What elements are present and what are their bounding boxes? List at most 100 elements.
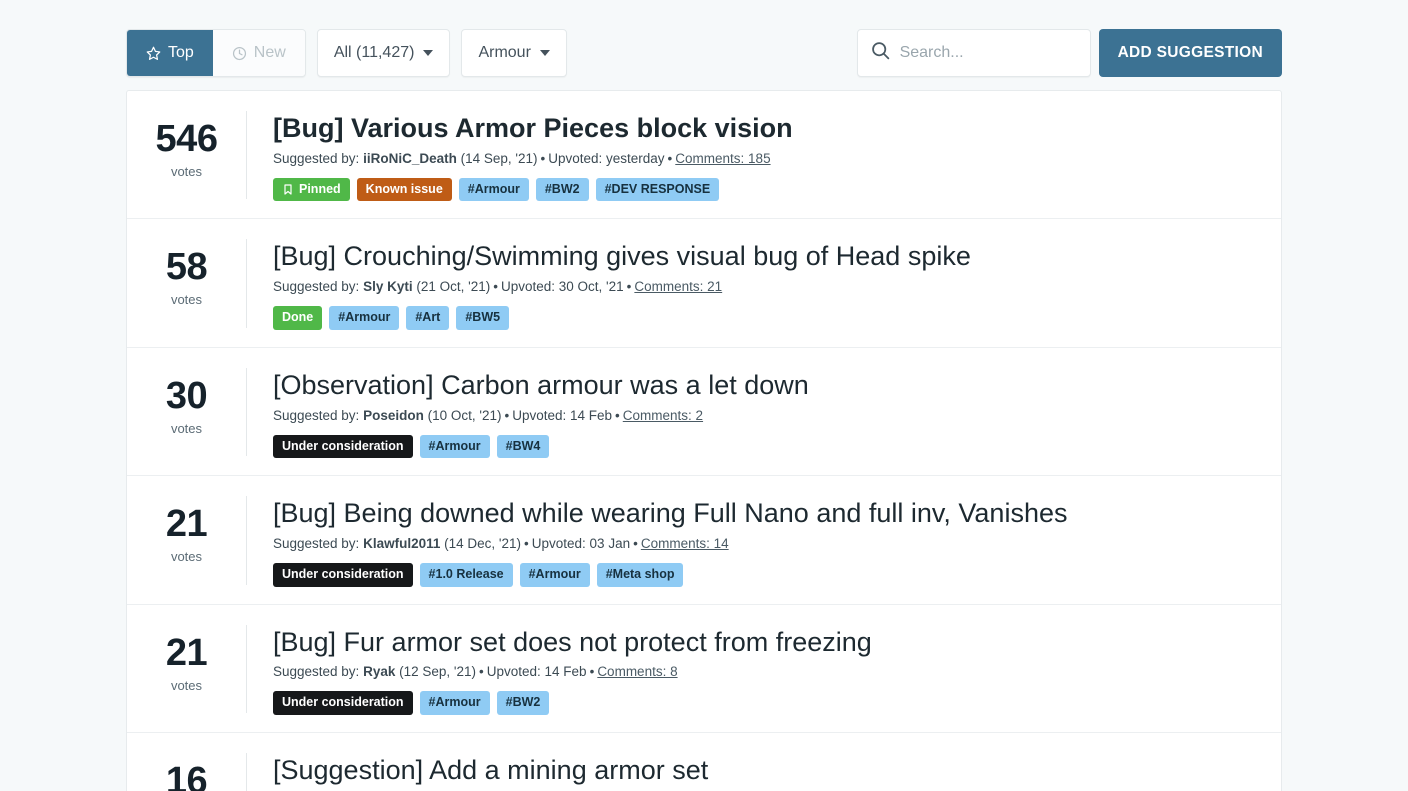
row-content: [Bug] Fur armor set does not protect fro… — [247, 623, 1281, 715]
suggestion-title[interactable]: [Observation] Carbon armour was a let do… — [273, 370, 1261, 402]
suggested-by-label: Suggested by: — [273, 664, 360, 680]
meta-separator: • — [667, 150, 673, 166]
suggestion-title[interactable]: [Bug] Crouching/Swimming gives visual bu… — [273, 241, 1261, 273]
suggestion-row[interactable]: 58 votes [Bug] Crouching/Swimming gives vi… — [127, 219, 1281, 348]
vote-column[interactable]: 21 votes — [127, 623, 246, 692]
toolbar: Top New All (11,427) Armour Search... AD… — [126, 28, 1282, 78]
vote-label: votes — [170, 549, 203, 565]
suggested-date: (12 Sep, '21) — [399, 664, 477, 680]
tag-list: Under consideration #Armour #BW4 — [273, 434, 1261, 459]
tag-chip[interactable]: #BW2 — [535, 177, 589, 202]
tag-label: #Armour — [428, 438, 481, 453]
suggested-date: (10 Oct, '21) — [427, 407, 502, 423]
author-name[interactable]: Sly Kyti — [363, 279, 413, 294]
tab-new[interactable]: New — [212, 30, 305, 76]
upvoted-date: Upvoted: 30 Oct, '21 — [500, 279, 624, 295]
chevron-down-icon — [539, 50, 550, 56]
suggestion-title[interactable]: [Bug] Fur armor set does not protect fro… — [273, 627, 1261, 659]
suggestion-title[interactable]: [Bug] Various Armor Pieces block vision — [273, 113, 1261, 145]
add-suggestion-button[interactable]: ADD SUGGESTION — [1098, 29, 1282, 77]
tag-chip[interactable]: Under consideration — [273, 691, 413, 715]
sort-tab-group: Top New — [126, 29, 306, 77]
search-input[interactable] — [899, 44, 1107, 62]
tag-chip[interactable]: #1.0 Release — [419, 562, 513, 587]
suggested-by-label: Suggested by: — [273, 150, 360, 166]
suggestion-meta: Suggested by: iiRoNiC_Death (14 Sep, '21… — [273, 150, 1261, 169]
tag-chip[interactable]: Done — [273, 306, 323, 330]
comments-link[interactable]: Comments: 8 — [597, 664, 677, 679]
tag-label: #BW2 — [505, 695, 541, 710]
tag-label: Under consideration — [282, 566, 404, 581]
comments-link[interactable]: Comments: 185 — [675, 151, 770, 166]
author-name[interactable]: iiRoNiC_Death — [363, 151, 457, 166]
suggested-by-label: Suggested by: — [273, 407, 360, 423]
vote-column[interactable]: 546 votes — [127, 109, 246, 179]
tag-chip[interactable]: #Meta shop — [596, 562, 684, 587]
suggested-date: (14 Sep, '21) — [460, 150, 538, 166]
tag-label: #1.0 Release — [428, 566, 504, 581]
tag-chip[interactable]: #Armour — [519, 562, 590, 587]
suggestion-row[interactable]: 30 votes [Observation] Carbon armour was a… — [127, 348, 1281, 477]
suggestion-row[interactable]: 546 votes [Bug] Various Armor Pieces block… — [127, 91, 1281, 220]
status-filter[interactable]: All (11,427) — [316, 29, 451, 77]
meta-separator: • — [504, 407, 510, 423]
author-name[interactable]: Ryak — [363, 664, 395, 679]
upvoted-date: Upvoted: 14 Feb — [512, 407, 613, 423]
comments-link[interactable]: Comments: 2 — [623, 408, 703, 423]
vote-column[interactable]: 21 votes — [127, 494, 246, 564]
upvoted-date: Upvoted: yesterday — [548, 150, 665, 166]
row-content: [Bug] Crouching/Swimming gives visual bu… — [247, 237, 1281, 330]
suggestion-row[interactable]: 21 votes [Bug] Being downed while wearing … — [127, 476, 1281, 605]
tag-label: Pinned — [299, 181, 341, 196]
vote-column[interactable]: 58 votes — [127, 237, 246, 307]
tag-chip[interactable]: #DEV RESPONSE — [595, 177, 720, 202]
tag-chip[interactable]: #Armour — [419, 434, 490, 459]
tag-label: Under consideration — [282, 438, 404, 453]
tag-label: #BW4 — [505, 438, 541, 453]
suggestion-row[interactable]: 21 votes [Bug] Fur armor set does not prot… — [127, 605, 1281, 733]
tag-chip[interactable]: #Armour — [329, 306, 400, 330]
comments-link[interactable]: Comments: 21 — [634, 279, 722, 294]
suggestion-row[interactable]: 16votes [Suggestion] Add a mining armor s… — [127, 733, 1281, 791]
tag-label: #Armour — [338, 310, 391, 325]
search-box[interactable] — [856, 29, 1107, 77]
upvoted-date: Upvoted: 14 Feb — [486, 664, 587, 680]
bookmark-icon — [282, 183, 294, 196]
clock-icon — [232, 46, 247, 61]
tag-chip[interactable]: #Armour — [458, 177, 529, 202]
tag-chip[interactable]: #Art — [406, 306, 450, 330]
suggestion-title[interactable]: [Suggestion] Add a mining armor set — [273, 755, 1261, 787]
tag-chip[interactable]: #BW4 — [496, 434, 550, 459]
author-name[interactable]: Klawful2011 — [363, 536, 440, 551]
tag-chip[interactable]: Under consideration — [273, 434, 413, 459]
vote-count: 58 — [165, 246, 208, 289]
tag-chip[interactable]: Pinned — [273, 177, 350, 202]
meta-separator: • — [615, 407, 620, 423]
author-name[interactable]: Poseidon — [363, 408, 424, 423]
tag-label: Known issue — [365, 181, 443, 196]
tag-chip[interactable]: Known issue — [356, 177, 452, 202]
tag-chip[interactable]: #BW5 — [456, 306, 510, 330]
suggestion-meta: Suggested by: Sly Kyti (21 Oct, '21) • Upv… — [273, 278, 1261, 297]
suggestion-title[interactable]: [Bug] Being downed while wearing Full Na… — [273, 498, 1261, 530]
vote-label: votes — [170, 164, 203, 180]
vote-count: 30 — [165, 374, 208, 417]
tag-list: Under consideration #Armour #BW2 — [273, 691, 1261, 715]
meta-separator: • — [626, 279, 632, 295]
tag-list: Pinned Known issue #Armour #BW2 #DEV RESPONS… — [273, 177, 1261, 202]
comments-link[interactable]: Comments: 14 — [641, 536, 729, 551]
chevron-down-icon — [423, 50, 434, 56]
suggested-date: (14 Dec, '21) — [444, 535, 522, 551]
tag-label: Under consideration — [282, 695, 404, 710]
tag-chip[interactable]: #BW2 — [496, 691, 550, 715]
tag-label: #BW5 — [465, 310, 501, 325]
vote-count: 546 — [155, 118, 218, 160]
tag-chip[interactable]: #Armour — [419, 691, 490, 715]
vote-column[interactable]: 16votes — [127, 751, 246, 791]
upvoted-date: Upvoted: 03 Jan — [531, 535, 631, 551]
category-filter[interactable]: Armour — [461, 29, 567, 77]
vote-column[interactable]: 30 votes — [127, 366, 246, 436]
tag-chip[interactable]: Under consideration — [273, 562, 413, 587]
tab-top[interactable]: Top — [127, 30, 213, 76]
suggestion-meta: Suggested by: Poseidon (10 Oct, '21) • Upv… — [273, 407, 1261, 426]
